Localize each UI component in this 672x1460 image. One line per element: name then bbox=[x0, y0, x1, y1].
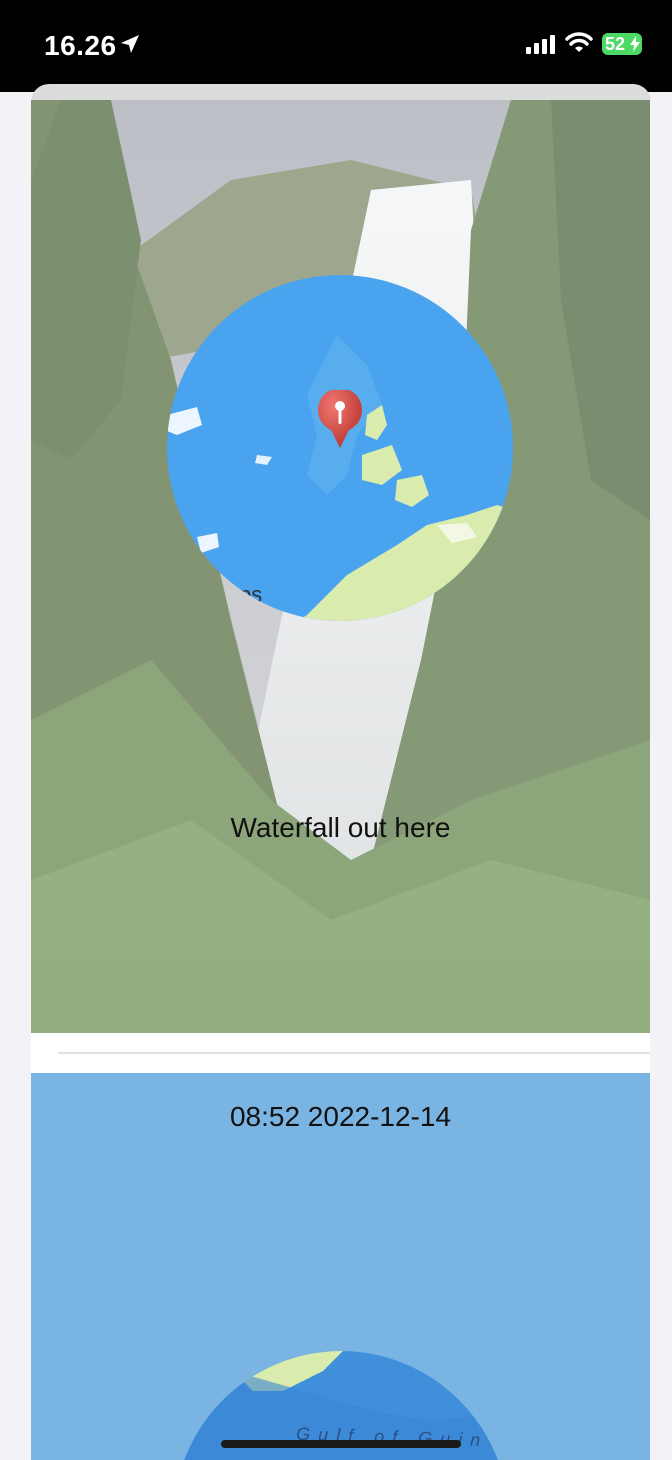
divider bbox=[58, 1052, 650, 1054]
signal-bars-icon bbox=[526, 35, 555, 54]
location-map-circle[interactable]: ps bbox=[167, 275, 513, 621]
map-pin-icon bbox=[318, 390, 362, 448]
battery-level: 52 bbox=[605, 34, 626, 54]
status-time: 16.26 bbox=[44, 30, 117, 61]
status-bar: 16.26 52 bbox=[0, 0, 672, 92]
post-card-second[interactable]: 08:52 2022-12-14 Gulf of Guin bbox=[31, 1073, 650, 1460]
post-timestamp: 08:52 2022-12-14 bbox=[229, 1101, 452, 1132]
wifi-icon bbox=[565, 32, 593, 52]
battery-charging-icon: 52 bbox=[602, 33, 642, 55]
post-card-waterfall[interactable]: ps Waterfall out here bbox=[31, 100, 650, 1033]
bolt-icon bbox=[630, 36, 640, 52]
location-arrow-icon bbox=[121, 35, 139, 53]
post-caption: Waterfall out here bbox=[230, 812, 451, 843]
home-indicator[interactable] bbox=[221, 1440, 461, 1448]
